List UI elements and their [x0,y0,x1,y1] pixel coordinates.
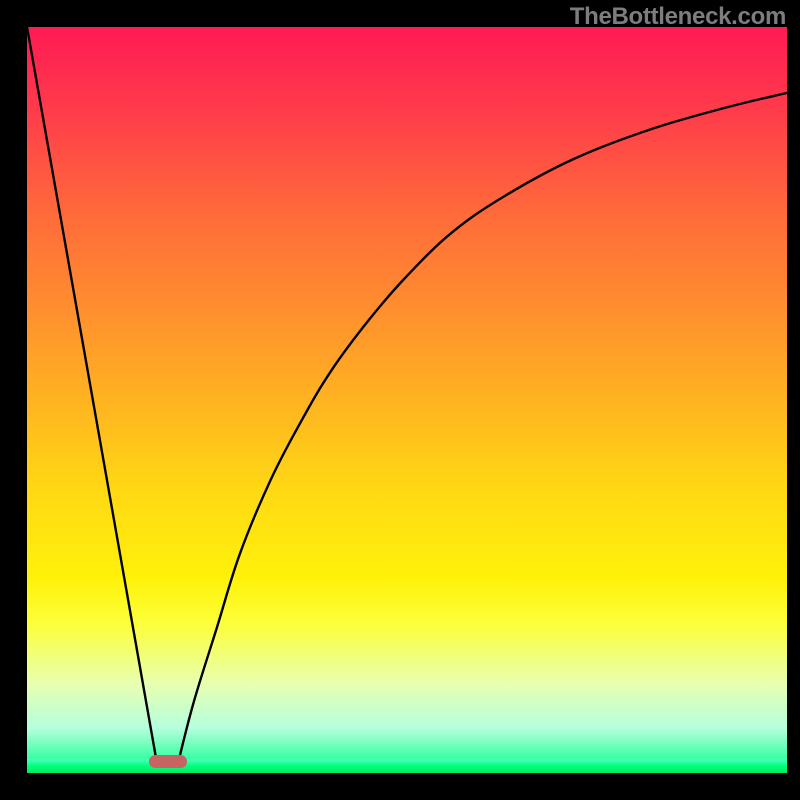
chart-frame: TheBottleneck.com [0,0,800,800]
baseline-strip [27,759,787,773]
bottleneck-marker [149,755,187,768]
curve-left [27,27,156,759]
curve-layer [27,27,787,773]
curve-right [179,93,787,759]
plot-area [27,27,787,773]
